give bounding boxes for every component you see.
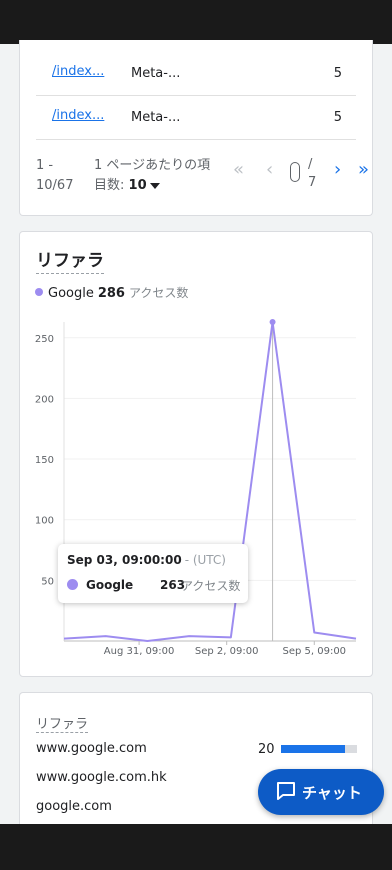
chart-legend[interactable]: Google 286 アクセス数	[35, 284, 188, 301]
card-title: リファラ	[36, 246, 104, 274]
tooltip-unit: アクセス数	[181, 579, 241, 593]
referrer-bar	[281, 745, 357, 753]
caret-down-icon[interactable]	[149, 182, 160, 189]
chat-bubble-icon	[277, 782, 295, 800]
legend-unit: アクセス数	[128, 286, 189, 300]
tooltip-dot	[67, 579, 78, 590]
page-count: 5	[333, 110, 342, 125]
legend-dot	[35, 288, 43, 296]
total-pages: / 7	[308, 157, 317, 190]
x-tick-label: Sep 5, 09:00	[282, 646, 346, 657]
page-title: Meta-...	[131, 66, 181, 81]
y-tick-label: 100	[35, 516, 54, 527]
last-page-icon[interactable]: »	[358, 160, 369, 180]
referrer-item: www.google.com	[36, 741, 147, 756]
legend-name: Google	[48, 286, 94, 301]
paginator: 1 - 10/67 1 ページあたりの項目数: 10 « ‹ / 7 › »	[36, 152, 372, 196]
table-row: /index... Meta-... 5	[36, 52, 356, 96]
referrer-list-title: リファラ	[36, 713, 89, 733]
referrer-bar-fill	[281, 745, 345, 753]
next-page-icon[interactable]: ›	[334, 160, 341, 180]
page-count: 5	[333, 66, 342, 81]
page-path-link[interactable]: /index...	[52, 108, 104, 123]
legend-value: 286	[97, 286, 125, 301]
prev-page-icon[interactable]: ‹	[266, 160, 273, 180]
referrer-item: google.com	[36, 799, 112, 814]
status-bar	[0, 0, 392, 44]
chat-button[interactable]: チャット	[258, 769, 384, 815]
referrer-chart-card: リファラ Google 286 アクセス数 50 100 150 200 250 Aug 31…	[19, 231, 373, 677]
referrer-item: www.google.com.hk	[36, 770, 167, 785]
chat-button-label: チャット	[302, 784, 362, 802]
y-tick-label: 50	[41, 576, 54, 587]
page-title: Meta-...	[131, 110, 181, 125]
y-tick-label: 250	[35, 334, 54, 345]
pages-table-card: /index... Meta-... 5 /index... Meta-... …	[19, 40, 373, 216]
referrer-line-chart[interactable]: 50 100 150 200 250 Aug 31, 09:00 Sep 2, 09:00 S…	[20, 312, 372, 672]
page-number-input[interactable]	[290, 162, 300, 182]
table-row: /index... Meta-... 5	[36, 96, 356, 140]
referrer-list-card: リファラ www.google.com 20 www.google.com.hk…	[19, 692, 373, 842]
navigation-bar	[0, 824, 392, 870]
rows-per-page[interactable]: 1 ページあたりの項目数: 10	[94, 156, 218, 196]
chart-tooltip: Sep 03, 09:00:00- (UTC) Google 263 アクセス数	[58, 544, 248, 603]
referrer-count: 20	[258, 742, 275, 757]
rows-per-page-select[interactable]: 10	[129, 178, 147, 193]
paginator-range: 1 - 10/67	[36, 158, 74, 193]
page-path-link[interactable]: /index...	[52, 64, 104, 79]
tooltip-name: Google	[86, 578, 134, 592]
data-point-highlight	[269, 319, 276, 325]
y-tick-label: 150	[35, 455, 54, 466]
y-tick-label: 200	[35, 394, 54, 405]
first-page-icon[interactable]: «	[233, 160, 244, 180]
x-tick-label: Sep 2, 09:00	[195, 646, 259, 657]
x-tick-label: Aug 31, 09:00	[104, 646, 175, 657]
tooltip-date: Sep 03, 09:00:00- (UTC)	[67, 553, 226, 567]
